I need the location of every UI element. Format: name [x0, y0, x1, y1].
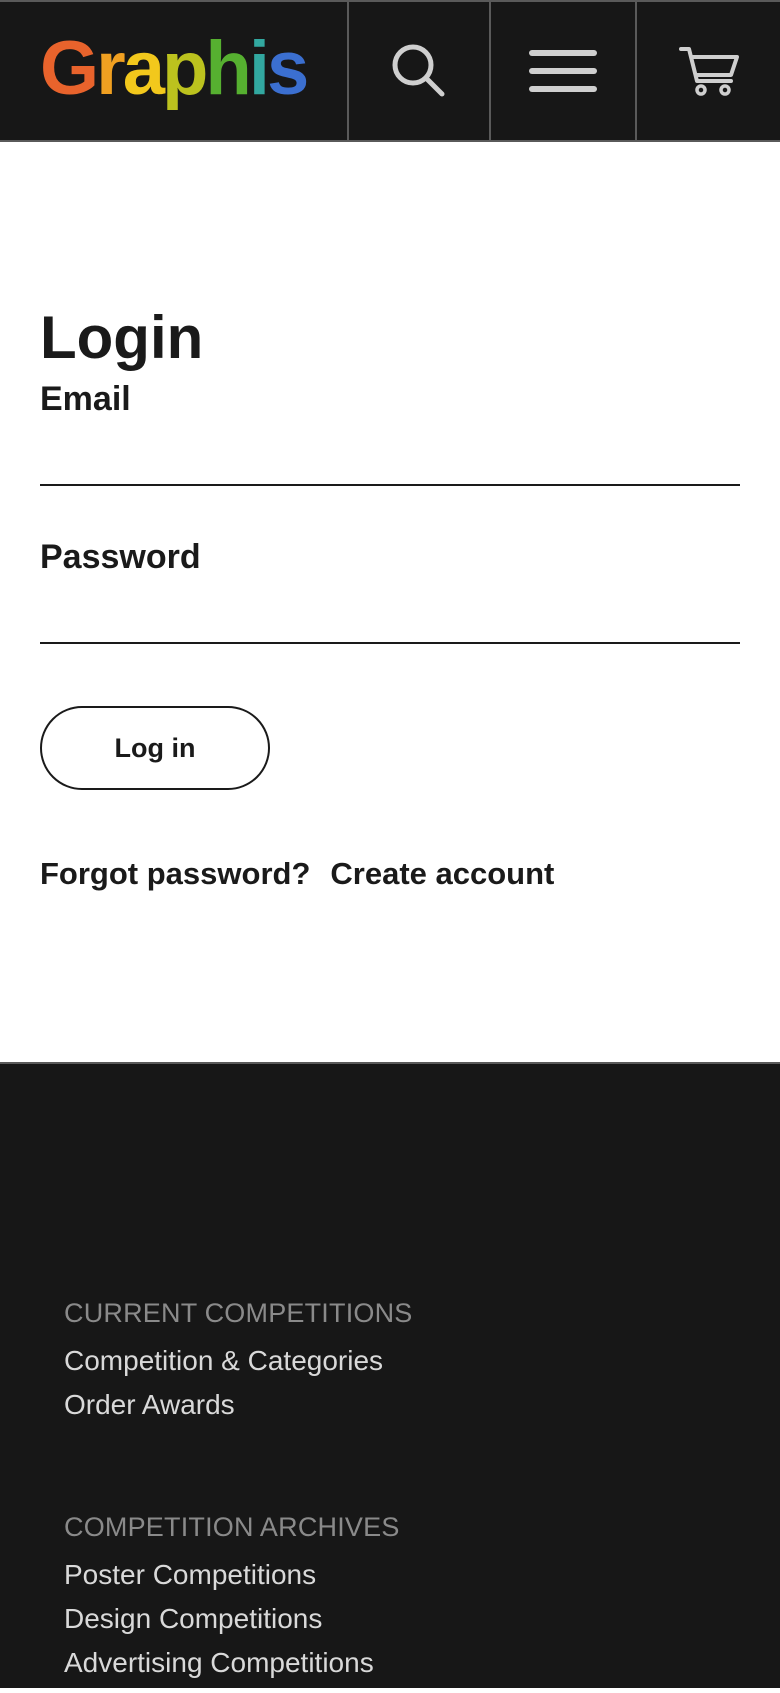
- forgot-password-link[interactable]: Forgot password?: [40, 858, 310, 889]
- logo-letter: a: [122, 26, 165, 111]
- logo-letter: i: [248, 26, 270, 111]
- logo-letter: s: [266, 26, 309, 111]
- graphis-logo[interactable]: Graphis: [40, 31, 309, 107]
- page-title: Login: [40, 304, 204, 371]
- search-icon: [392, 44, 445, 97]
- site-header: Graphis: [0, 0, 780, 142]
- search-button[interactable]: [349, 2, 491, 140]
- account-links: Forgot password? Create account: [40, 858, 554, 889]
- password-field[interactable]: [40, 594, 740, 644]
- footer-heading: CURRENT COMPETITIONS: [64, 1298, 413, 1328]
- footer-section-archives: COMPETITION ARCHIVES Poster Competitions…: [64, 1514, 400, 1693]
- cart-button[interactable]: [637, 2, 780, 140]
- email-label: Email: [40, 380, 131, 418]
- footer-link-design-competitions[interactable]: Design Competitions: [64, 1605, 400, 1633]
- logo-letter: h: [205, 26, 251, 111]
- footer-link-poster-competitions[interactable]: Poster Competitions: [64, 1561, 400, 1589]
- email-field[interactable]: [40, 436, 740, 486]
- password-label: Password: [40, 538, 201, 576]
- login-main: Login Email Password Log in Forgot passw…: [0, 142, 780, 1062]
- footer-link-advertising-competitions[interactable]: Advertising Competitions: [64, 1649, 400, 1677]
- logo-letter: r: [96, 26, 126, 111]
- footer-link-competition-categories[interactable]: Competition & Categories: [64, 1347, 413, 1375]
- footer-link-order-awards[interactable]: Order Awards: [64, 1391, 413, 1419]
- footer-section-current: CURRENT COMPETITIONS Competition & Categ…: [64, 1300, 413, 1435]
- menu-icon: [529, 50, 597, 92]
- site-footer: CURRENT COMPETITIONS Competition & Categ…: [0, 1062, 780, 1688]
- create-account-link[interactable]: Create account: [330, 858, 554, 889]
- logo-cell[interactable]: Graphis: [0, 2, 349, 140]
- login-button[interactable]: Log in: [40, 706, 270, 790]
- logo-letter: p: [161, 26, 208, 111]
- logo-letter: G: [40, 26, 99, 111]
- cart-icon: [678, 47, 739, 96]
- footer-heading: COMPETITION ARCHIVES: [64, 1512, 400, 1542]
- menu-button[interactable]: [491, 2, 637, 140]
